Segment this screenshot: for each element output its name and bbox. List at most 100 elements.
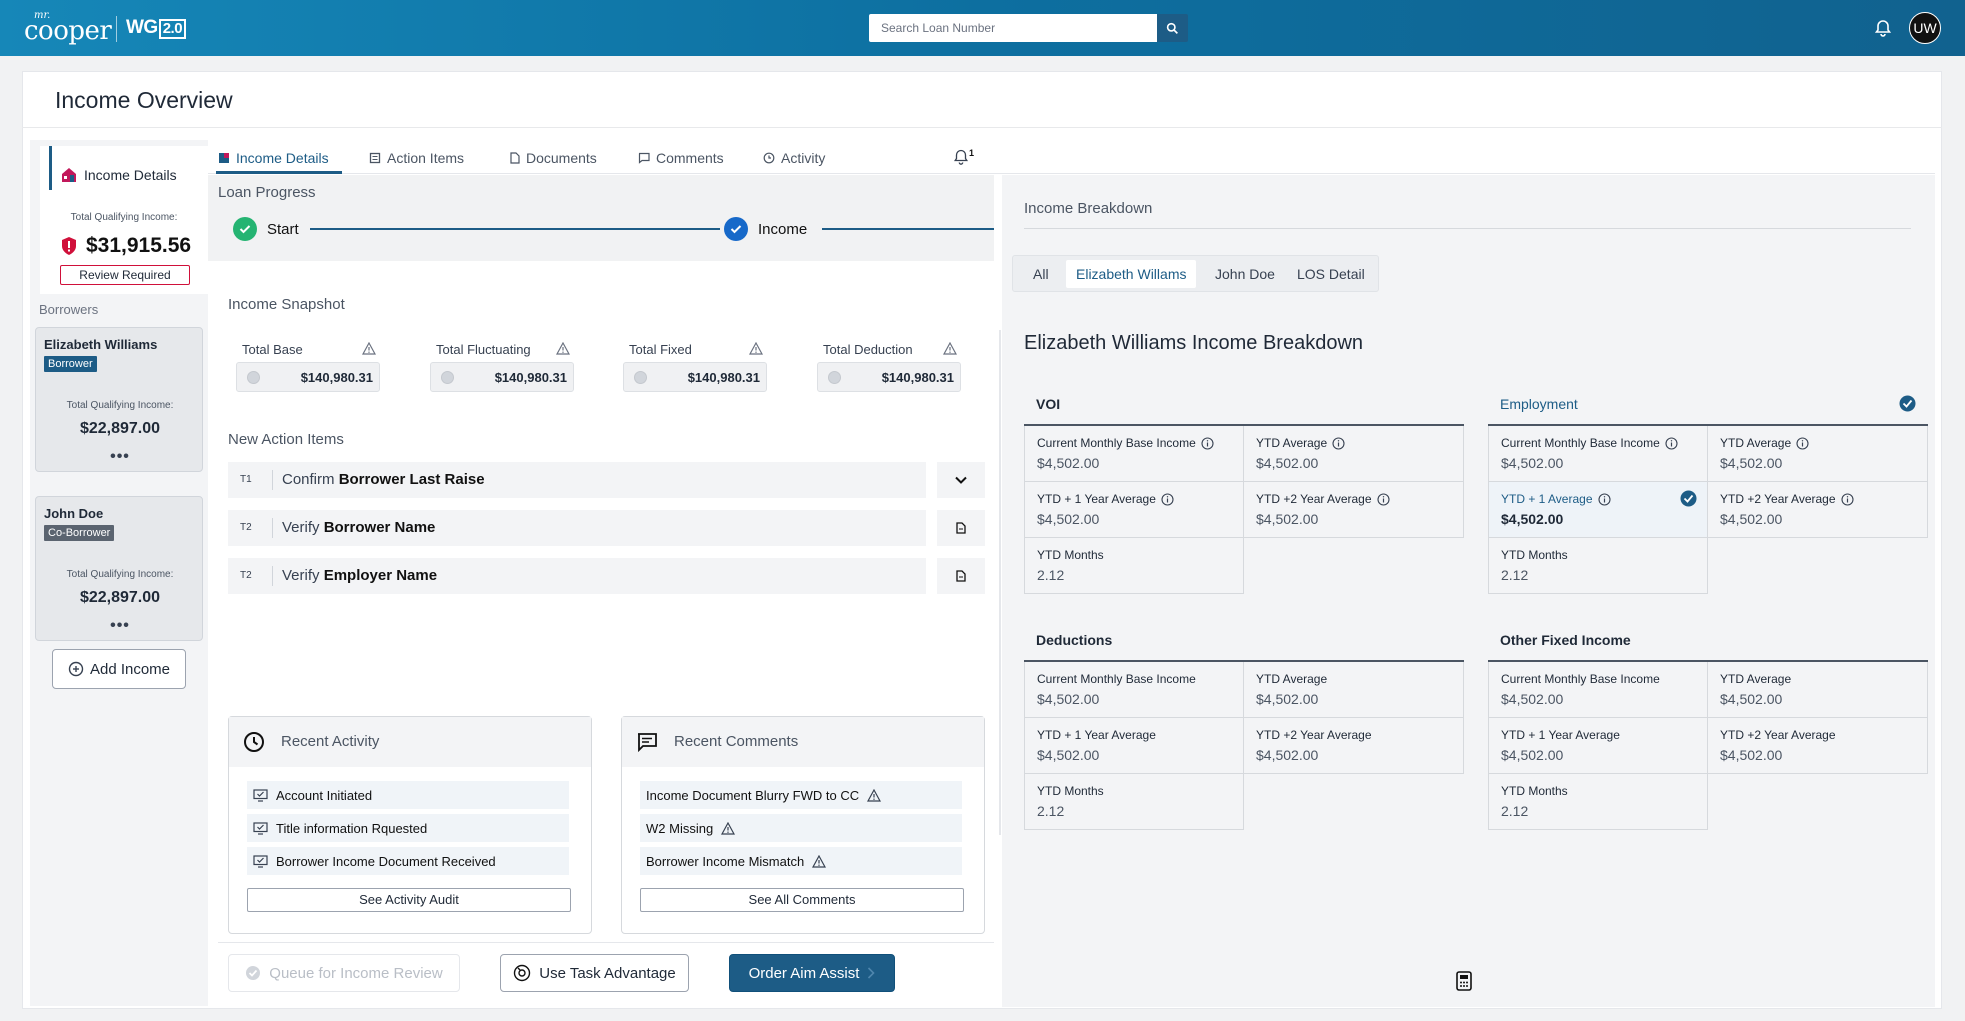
comment-item[interactable]: Income Document Blurry FWD to CC [640,781,962,809]
info-icon[interactable] [1796,436,1809,450]
cell-value: 2.12 [1037,803,1065,819]
action-item-separator [272,518,273,538]
open-document-button[interactable] [937,558,985,594]
snapshot-label: Total Fluctuating [436,342,531,357]
info-icon[interactable] [1376,492,1390,506]
info-icon[interactable] [1665,436,1678,450]
borrower-role-badge: Borrower [44,356,97,372]
snapshot-value: $140,980.31 [494,370,567,385]
queue-for-income-review-button[interactable]: Queue for Income Review [228,954,460,992]
user-avatar[interactable]: UW [1909,12,1941,44]
calculator-icon[interactable] [1454,970,1474,992]
open-document-button[interactable] [937,510,985,546]
activity-item[interactable]: Borrower Income Document Received [247,847,569,875]
info-icon[interactable] [1201,436,1214,450]
cell-label-text: YTD Average [1720,436,1792,450]
cell-value: 2.12 [1501,567,1529,583]
borrower-card-elizabeth-williams[interactable]: Elizabeth Williams Borrower Total Qualif… [35,327,203,472]
search-icon [1166,22,1178,34]
sidebar-item-income-details[interactable]: Income Details [60,166,177,184]
deductions-ytd-average: YTD Average $4,502.00 [1244,662,1464,718]
cell-label: YTD + 1 Average [1501,492,1611,506]
see-all-comments-button[interactable]: See All Comments [640,888,964,912]
top-bar: mr. cooper WG2.0 UW [0,0,1965,56]
monitor-check-icon [253,788,268,802]
income-snapshot-title: Income Snapshot [228,296,345,313]
header-divider [22,127,1942,128]
tab-label: Documents [526,150,597,166]
tab-comments[interactable]: Comments [638,146,724,170]
notifications-button[interactable]: 1 [952,146,978,168]
activity-item[interactable]: Account Initiated [247,781,569,809]
info-icon[interactable] [1597,492,1611,506]
recent-activity-title: Recent Activity [281,733,380,750]
expand-action-item-button[interactable] [937,462,985,498]
borrower-breakdown-heading: Elizabeth Williams Income Breakdown [1024,332,1364,354]
borrower-card-john-doe[interactable]: John Doe Co-Borrower Total Qualifying In… [35,496,203,641]
document-icon [510,152,520,164]
progress-step-income[interactable]: Income [724,217,807,241]
house-icon [219,153,229,163]
tab-documents[interactable]: Documents [510,146,597,170]
comment-icon [638,733,657,753]
employment-ytd-months: YTD Months 2.12 [1488,538,1708,594]
info-icon[interactable] [1332,436,1345,450]
use-task-advantage-button[interactable]: Use Task Advantage [500,954,689,992]
action-item-object: Employer Name [323,567,438,584]
cell-label-text: YTD Months [1037,548,1104,562]
cell-label: YTD +2 Year Average [1720,492,1854,506]
add-income-button[interactable]: Add Income [52,649,186,689]
comment-icon [638,152,650,164]
action-item-row[interactable]: T2 Verify Borrower Name [228,510,926,546]
more-options-icon[interactable]: ••• [36,448,204,466]
search-button[interactable] [1157,14,1188,42]
bell-icon[interactable] [1873,18,1893,38]
tab-activity[interactable]: Activity [763,146,825,170]
warning-icon[interactable] [362,342,376,355]
see-activity-audit-button[interactable]: See Activity Audit [247,888,571,912]
tab-action-items[interactable]: Action Items [369,146,464,170]
cell-label: YTD + 1 Year Average [1037,492,1174,506]
progress-step-start[interactable]: Start [233,217,299,241]
more-options-icon[interactable]: ••• [36,617,204,635]
sidebar-active-indicator [49,146,52,190]
info-icon[interactable] [1840,492,1854,506]
comment-item[interactable]: Borrower Income Mismatch [640,847,962,875]
loan-progress-panel [208,175,994,261]
cell-label: YTD +2 Year Average [1256,492,1390,506]
total-qualifying-income: $31,915.56 [60,234,191,258]
warning-icon [721,821,736,835]
info-icon[interactable] [1161,492,1174,506]
warning-icon[interactable] [556,342,570,355]
alert-shield-icon [62,237,76,255]
employment-ytd-plus-1-average[interactable]: YTD + 1 Average $4,502.00 [1488,482,1708,538]
action-item-tag: T1 [240,474,252,485]
filter-john-doe[interactable]: John Doe [1205,260,1285,288]
action-item-row[interactable]: T1 Confirm Borrower Last Raise [228,462,926,498]
tab-income-details[interactable]: Income Details [218,146,329,170]
filter-all[interactable]: All [1023,260,1059,288]
comment-item[interactable]: W2 Missing [640,814,962,842]
button-label: Queue for Income Review [269,964,443,982]
warning-icon[interactable] [943,342,957,355]
order-aim-assist-button[interactable]: Order Aim Assist [729,954,895,992]
cell-value: 2.12 [1037,567,1065,583]
employment-ytd-plus-2-year-average: YTD +2 Year Average $4,502.00 [1708,482,1928,538]
action-item-text: Confirm Borrower Last Raise [282,471,485,488]
panel-divider [999,330,1001,835]
borrower-role-badge: Co-Borrower [44,525,115,541]
cell-label: YTD Average [1720,672,1792,686]
page-title: Income Overview [55,87,233,113]
borrowers-label: Borrowers [39,302,99,317]
filter-los-detail[interactable]: LOS Detail [1287,260,1375,288]
group-title-other-fixed-income: Other Fixed Income [1500,632,1631,648]
action-item-row[interactable]: T2 Verify Employer Name [228,558,926,594]
activity-item[interactable]: Title information Rquested [247,814,569,842]
tab-label: Income Details [236,150,329,166]
status-dot [828,371,841,384]
filter-elizabeth-willams[interactable]: Elizabeth Willams [1066,260,1197,288]
other-fixed-ytd-plus-1-year-average: YTD + 1 Year Average $4,502.00 [1488,718,1708,774]
warning-icon[interactable] [749,342,763,355]
search-loan-input[interactable] [869,14,1157,42]
cell-value: $4,502.00 [1720,747,1783,763]
